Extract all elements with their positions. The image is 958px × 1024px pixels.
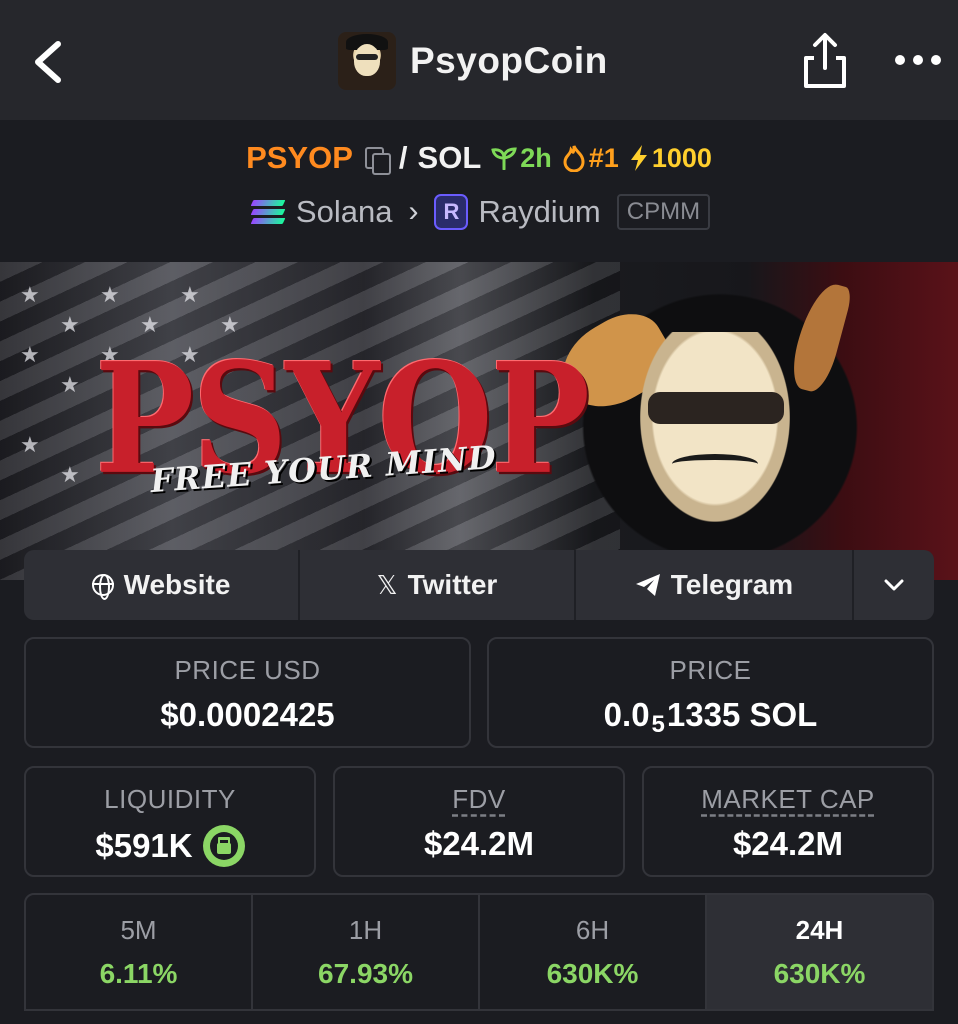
chevron-down-icon [884,579,904,591]
market-cap-label[interactable]: MARKET CAP [701,784,875,814]
more-dots-icon [895,55,941,65]
price-sol-zero-count: 5 [651,711,665,738]
chevron-left-icon [35,41,61,83]
tab-change: 67.93% [318,958,413,989]
age-badge: 2h [491,143,552,174]
social-links: Website 𝕏 Twitter Telegram [24,550,934,620]
back-button[interactable] [28,38,72,86]
twitter-label: Twitter [407,569,498,600]
website-label: Website [123,569,231,600]
tab-change: 630K% [773,958,866,989]
boost-badge: 1000 [629,143,712,174]
price-sol-rest: 1335 SOL [666,696,818,733]
lightning-icon [630,145,647,171]
rank-badge: #1 [562,143,619,174]
price-sol-value: 0.0 5 1335 SOL [489,696,932,738]
timeframe-tabs: 5M 6.11% 1H 67.93% 6H 630K% 24H 630K% [24,893,934,1011]
token-banner: ★ ★ ★ ★ ★ ★ ★ ★ ★ ★ ★ ★ PSYOP FREE YOUR … [0,262,958,580]
dex-name[interactable]: Raydium [478,194,600,230]
age-text: 2h [520,142,552,173]
telegram-icon [635,574,660,596]
liquidity-value: $591K [95,827,193,864]
fdv-value: $24.2M [423,825,535,862]
rank-text: #1 [588,142,619,173]
lock-icon[interactable] [202,825,245,867]
globe-icon [91,574,114,600]
market-cap-value: $24.2M [732,825,844,862]
more-button[interactable] [894,48,942,72]
price-usd-box: PRICE USD $0.0002425 [24,637,471,748]
twitter-button[interactable]: 𝕏 Twitter [300,550,576,620]
sprout-icon [491,147,518,170]
fdv-label[interactable]: FDV [452,784,506,814]
pair-separator: / [398,140,408,175]
tab-label: 1H [348,915,383,945]
top-bar: PsyopCoin [0,0,958,120]
token-avatar [338,32,396,90]
solana-icon [248,197,286,227]
tab-change: 630K% [546,958,639,989]
pool-type-badge: CPMM [616,194,711,230]
quote-token-symbol: SOL [417,140,482,175]
tab-label: 24H [795,915,844,945]
price-usd-value: $0.0002425 [160,696,335,733]
page-title: PsyopCoin [410,40,608,81]
chain-name[interactable]: Solana [296,194,393,230]
share-icon [804,33,846,88]
base-token-symbol: PSYOP [246,140,353,175]
copy-icon[interactable] [363,145,391,175]
token-title: PsyopCoin [338,30,608,92]
tab-label: 5M [120,915,157,945]
pair-header: PSYOP / SOL 2h #1 1000 [0,140,958,176]
liquidity-box: LIQUIDITY $591K [24,766,316,877]
price-sol-label: PRICE [669,655,752,685]
telegram-button[interactable]: Telegram [576,550,854,620]
share-button[interactable] [800,32,850,90]
tab-change: 6.11% [99,958,178,989]
tab-1h[interactable]: 1H 67.93% [253,895,480,1009]
tab-5m[interactable]: 5M 6.11% [26,895,253,1009]
chain-breadcrumb: Solana › R Raydium CPMM [0,194,958,230]
liquidity-label: LIQUIDITY [104,784,236,814]
website-button[interactable]: Website [24,550,300,620]
market-cap-box: MARKET CAP $24.2M [642,766,934,877]
flame-icon [563,145,585,172]
tab-6h[interactable]: 6H 630K% [480,895,707,1009]
boost-text: 1000 [651,142,712,173]
price-sol-prefix: 0.0 [603,696,650,733]
price-usd-label: PRICE USD [174,655,321,685]
x-logo-icon: 𝕏 [376,569,398,600]
chevron-right-icon: › [408,195,419,228]
fdv-box: FDV $24.2M [333,766,625,877]
tab-label: 6H [575,915,610,945]
more-links-button[interactable] [854,550,934,620]
price-sol-box: PRICE 0.0 5 1335 SOL [487,637,934,748]
tab-24h[interactable]: 24H 630K% [707,895,932,1009]
telegram-label: Telegram [670,569,794,600]
raydium-icon: R [434,194,469,230]
